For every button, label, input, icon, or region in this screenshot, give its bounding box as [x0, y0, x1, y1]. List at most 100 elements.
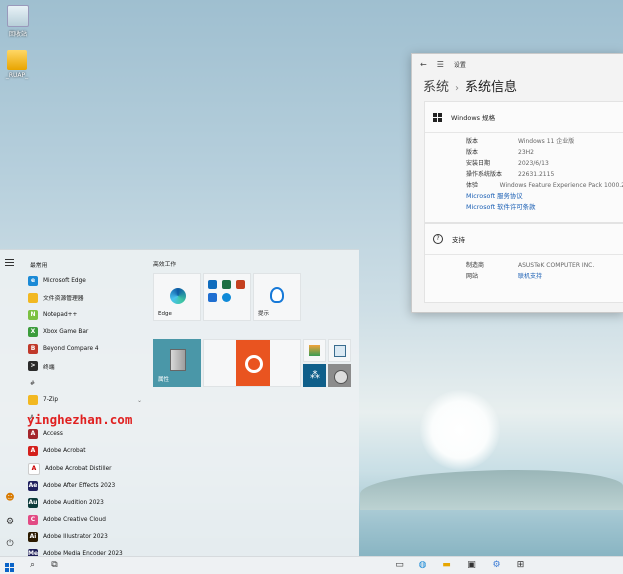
file-explorer-icon[interactable]: ▬: [441, 560, 452, 571]
recycle-bin-icon: [7, 5, 29, 27]
app-item[interactable]: Ae Adobe After Effects 2023: [22, 477, 148, 494]
spec-row-os-build: 操作系统版本 22631.2115: [466, 171, 555, 178]
app-label: Notepad++: [43, 311, 78, 318]
disk-icon: [334, 370, 348, 384]
app-item[interactable]: e Microsoft Edge: [22, 272, 148, 289]
app-item[interactable]: 文件资源管理器: [22, 289, 148, 306]
search-icon[interactable]: ⌕: [27, 560, 38, 571]
app-item-7zip[interactable]: 7-Zip ⌄: [22, 392, 148, 409]
excel-icon: [222, 280, 231, 289]
start-menu: ☻ ⚙ ⏻ 最常用 e Microsoft Edge 文件资源管理器 N Notepad…: [0, 249, 359, 557]
letter-header-hash[interactable]: #: [22, 375, 148, 392]
app-item[interactable]: A Access: [22, 426, 148, 443]
app-icon: N: [28, 309, 38, 320]
app-label: Adobe Acrobat Distiller: [45, 465, 112, 472]
desktop-icon-folder[interactable]: _RUAP_: [0, 50, 34, 79]
photos-icon: [309, 345, 320, 356]
tile-properties[interactable]: 属性: [153, 339, 201, 387]
app-item[interactable]: Au Adobe Audition 2023: [22, 494, 148, 511]
task-view-icon[interactable]: ⧉: [49, 560, 60, 571]
hamburger-menu-icon[interactable]: [5, 259, 14, 268]
app-icon: Ae: [28, 480, 38, 491]
app-item[interactable]: A Adobe Acrobat: [22, 443, 148, 460]
settings-window: ← ☰ 设置 系统 › 系统信息 Windows 规格 版本 Windows 11 企…: [411, 53, 623, 313]
app-icon: C: [28, 514, 38, 525]
app-item[interactable]: A Adobe Acrobat Distiller: [22, 460, 148, 477]
support-row-manufacturer: 制造商 ASUSTeK COMPUTER INC.: [466, 262, 595, 269]
support-header[interactable]: ? 支持: [425, 224, 623, 255]
tile-office-apps[interactable]: [203, 273, 251, 321]
app-label: Adobe Illustrator 2023: [43, 533, 108, 540]
license-terms-link[interactable]: Microsoft 软件许可条款: [425, 202, 623, 213]
app-icon: Ai: [28, 531, 38, 542]
start-rail: ☻ ⚙ ⏻: [0, 250, 20, 557]
app-icon: e: [28, 275, 38, 286]
edge-taskbar-icon[interactable]: ◍: [417, 560, 428, 571]
network-icon: ⁂: [310, 370, 320, 381]
power-icon[interactable]: ⏻: [4, 538, 16, 550]
terminal-icon[interactable]: ▭: [394, 560, 405, 571]
desktop-icon-label: _RUAP_: [5, 72, 29, 79]
start-button-windows-icon[interactable]: [4, 560, 15, 572]
breadcrumb-current: 系统信息: [465, 80, 518, 95]
app-label: Adobe Audition 2023: [43, 499, 104, 506]
app-item[interactable]: C Adobe Creative Cloud: [22, 511, 148, 528]
app-label: Adobe Creative Cloud: [43, 516, 106, 523]
tips-icon: [270, 287, 284, 303]
service-agreement-link[interactable]: Microsoft 服务协议: [425, 191, 623, 202]
tile-tips[interactable]: 提示: [253, 273, 301, 321]
windows-spec-header[interactable]: Windows 规格: [425, 102, 623, 133]
tile-ubuntu[interactable]: [203, 339, 301, 387]
user-avatar-icon[interactable]: ☻: [4, 492, 16, 504]
settings-gear-icon[interactable]: ⚙: [4, 516, 16, 528]
windows-spec-card: Windows 规格 版本 Windows 11 企业版 版本 23H2 安装日期 2…: [424, 101, 623, 223]
windows-spec-title: Windows 规格: [451, 114, 496, 122]
desktop-icon-recycle-bin[interactable]: 回收站: [1, 5, 35, 38]
tile-edge[interactable]: Edge: [153, 273, 201, 321]
app-label: Xbox Game Bar: [43, 328, 89, 335]
app-icon: A: [28, 429, 38, 440]
folder-icon: [7, 50, 27, 70]
archive-icon[interactable]: ▣: [466, 560, 477, 571]
back-arrow-icon[interactable]: ←: [420, 60, 427, 69]
app-icon: >: [28, 361, 38, 372]
spec-row-experience: 体验 Windows Feature Experience Pack 1000.2: [466, 182, 623, 189]
breadcrumb-system[interactable]: 系统: [423, 80, 449, 95]
tile-photos[interactable]: [303, 339, 326, 362]
app-label: Beyond Compare 4: [43, 345, 99, 352]
powerpoint-icon: [236, 280, 245, 289]
device-icon[interactable]: ⊞: [515, 560, 526, 571]
page-title: 系统 › 系统信息: [423, 76, 517, 95]
online-support-link[interactable]: 联机支持: [518, 271, 542, 282]
app-item[interactable]: B Beyond Compare 4: [22, 340, 148, 357]
app-icon: A: [28, 446, 38, 457]
computer-tower-icon: [170, 349, 186, 371]
app-label: Access: [43, 431, 63, 438]
wallpaper-sun: [420, 390, 500, 470]
app-icon: B: [28, 343, 38, 354]
app-label: Adobe Acrobat: [43, 448, 86, 455]
app-icon: X: [28, 326, 38, 337]
outlook-icon: [208, 280, 217, 289]
app-label: 文件资源管理器: [43, 296, 84, 303]
app-item[interactable]: X Xbox Game Bar: [22, 323, 148, 340]
tile-disk[interactable]: [328, 364, 351, 387]
app-item[interactable]: > 终端: [22, 357, 148, 374]
menu-icon[interactable]: ☰: [437, 60, 444, 69]
settings-window-title: 设置: [453, 61, 466, 69]
settings-titlebar: ← ☰ 设置: [412, 54, 623, 74]
tile-network[interactable]: ⁂: [303, 364, 326, 387]
app-item[interactable]: Ai Adobe Illustrator 2023: [22, 528, 148, 545]
taskbar: ⌕ ⧉ ▭ ◍ ▬ ▣ ⚙ ⊞: [0, 556, 623, 574]
app-label: Microsoft Edge: [43, 277, 86, 284]
tiles-group-title: 高效工作: [153, 262, 177, 268]
onedrive-icon: [222, 293, 231, 302]
watermark-text: yinghezhan.com: [27, 412, 133, 427]
folder-icon: [28, 395, 38, 406]
settings-taskbar-icon[interactable]: ⚙: [491, 560, 502, 571]
app-item[interactable]: N Notepad++: [22, 306, 148, 323]
desktop-icon-label: 回收站: [8, 31, 27, 38]
spec-row-edition: 版本 Windows 11 企业版: [466, 138, 575, 145]
tile-notes[interactable]: [328, 339, 351, 362]
app-icon: A: [28, 462, 40, 475]
